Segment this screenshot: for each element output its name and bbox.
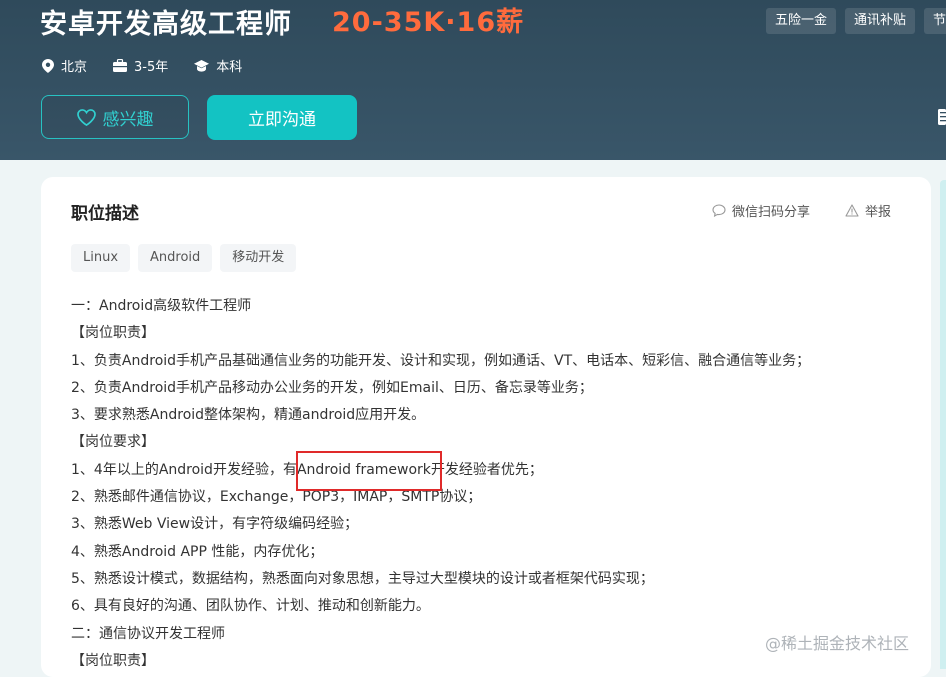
- job-header: 安卓开发高级工程师 20-35K·16薪 北京 3-5年 本科 感兴趣 立即沟通…: [0, 0, 946, 160]
- side-panel-edge: [940, 180, 946, 669]
- share-label: 微信扫码分享: [732, 205, 811, 220]
- wechat-share-link[interactable]: 微信扫码分享: [712, 201, 810, 220]
- description-line: 【岗位职责】: [71, 652, 155, 669]
- job-description-card: 职位描述 微信扫码分享 举报 Linux Android 移动开发 一：Andr…: [41, 177, 931, 677]
- education-text: 本科: [216, 60, 243, 75]
- watermark: @稀土掘金技术社区: [765, 634, 910, 653]
- benefit-tag: 节: [924, 8, 946, 34]
- skill-tag: Linux: [71, 244, 131, 272]
- education: 本科: [194, 56, 242, 75]
- job-meta: 北京 3-5年 本科: [42, 56, 268, 75]
- benefit-tags: 五险一金 通讯补贴 节: [766, 8, 946, 34]
- benefit-tag: 通讯补贴: [845, 8, 916, 34]
- description-line: 【岗位职责】: [71, 325, 155, 342]
- benefit-tag: 五险一金: [766, 8, 837, 34]
- section-title: 职位描述: [71, 204, 139, 224]
- description-line: 2、负责Android手机产品移动办公业务的开发，例如Email、日历、备忘录等…: [71, 379, 593, 396]
- description-line: 6、具有良好的沟通、团队协作、计划、推动和创新能力。: [71, 598, 430, 615]
- interest-button[interactable]: 感兴趣: [41, 95, 189, 139]
- location: 北京: [42, 56, 87, 75]
- description-line: 1、负责Android手机产品基础通信业务的功能开发、设计和实现，例如通话、VT…: [71, 352, 811, 369]
- interest-button-label: 感兴趣: [102, 109, 154, 130]
- skill-tag: 移动开发: [220, 244, 297, 272]
- briefcase-icon: [113, 59, 128, 72]
- description-line: 二：通信协议开发工程师: [71, 625, 225, 642]
- report-label: 举报: [865, 205, 892, 220]
- description-line: 3、要求熟悉Android整体架构，精通android应用开发。: [71, 407, 426, 424]
- report-link[interactable]: 举报: [845, 201, 891, 220]
- description-line: 5、熟悉设计模式，数据结构，熟悉面向对象思想，主导过大型模块的设计或者框架代码实…: [71, 570, 654, 587]
- chat-now-button[interactable]: 立即沟通: [207, 95, 357, 140]
- experience-text: 3-5年: [134, 60, 169, 75]
- side-panel-icon[interactable]: [938, 109, 946, 125]
- salary: 20-35K·16薪: [332, 7, 525, 38]
- experience: 3-5年: [113, 56, 168, 75]
- skill-tag: Android: [138, 244, 213, 272]
- location-pin-icon: [42, 58, 54, 73]
- skill-tags: Linux Android 移动开发: [71, 244, 304, 272]
- warning-icon: [845, 204, 859, 217]
- heart-icon: [76, 108, 96, 126]
- location-text: 北京: [61, 60, 88, 75]
- graduation-cap-icon: [194, 59, 210, 72]
- chat-now-button-label: 立即沟通: [248, 110, 316, 130]
- description-line: 一：Android高级软件工程师: [71, 298, 252, 314]
- highlight-box: [296, 451, 442, 491]
- job-title: 安卓开发高级工程师: [40, 9, 292, 40]
- description-line: 4、熟悉Android APP 性能，内存优化；: [71, 543, 324, 560]
- description-line: 3、熟悉Web View设计，有字符级编码经验；: [71, 516, 359, 533]
- chat-bubble-icon: [712, 204, 726, 217]
